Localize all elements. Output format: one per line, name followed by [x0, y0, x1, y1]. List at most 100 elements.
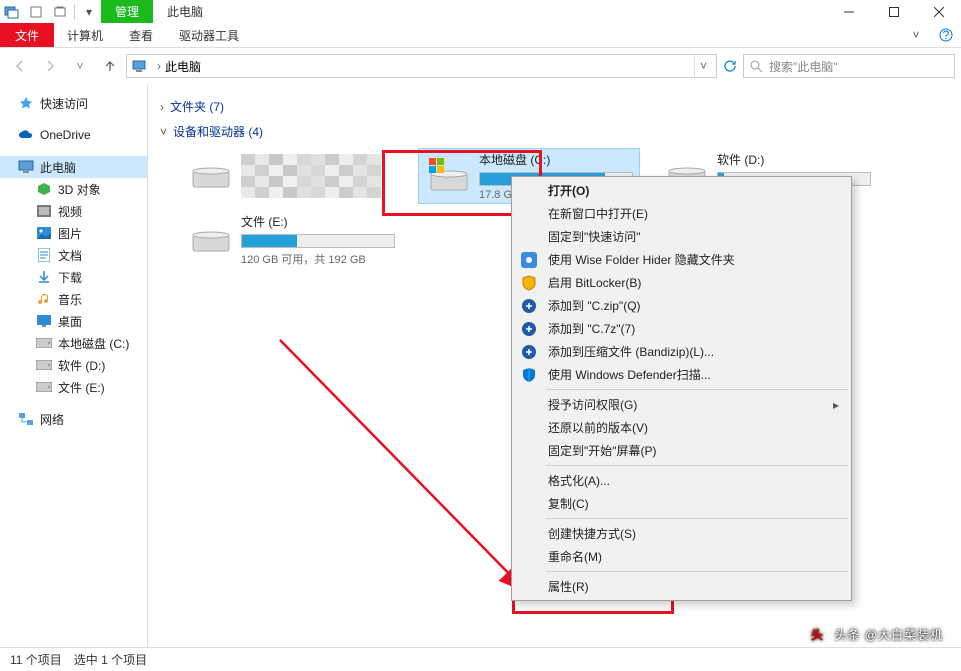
document-icon [36, 247, 52, 263]
bandizip-icon [520, 297, 538, 315]
drive-icon [187, 152, 235, 200]
quick-access-toolbar: ▾ [0, 0, 101, 23]
ctx-pin-start[interactable]: 固定到"开始"屏幕(P) [514, 439, 849, 462]
image-icon [36, 225, 52, 241]
breadcrumb-arrow-icon[interactable]: › [153, 59, 165, 73]
watermark: 头 头条 @大白菜装机 [806, 623, 943, 645]
ribbon-tab-drive-tools[interactable]: 驱动器工具 [166, 23, 252, 47]
drive-icon [425, 152, 473, 200]
sidebar-item-downloads[interactable]: 下载 [0, 266, 147, 288]
sidebar-item-pictures[interactable]: 图片 [0, 222, 147, 244]
qat-item[interactable] [24, 1, 48, 23]
chevron-down-icon: ˅ [160, 125, 167, 139]
star-icon [18, 95, 34, 111]
drive-item[interactable] [180, 148, 402, 204]
sidebar-item-drive-d[interactable]: 软件 (D:) [0, 354, 147, 376]
status-selected-count: 选中 1 个项目 [74, 651, 147, 668]
ribbon-tab-view[interactable]: 查看 [116, 23, 166, 47]
submenu-arrow-icon: ▸ [833, 398, 839, 412]
ctx-grant-access[interactable]: 授予访问权限(G)▸ [514, 393, 849, 416]
film-icon [36, 203, 52, 219]
sidebar-quick-access[interactable]: 快速访问 [0, 92, 147, 114]
sidebar-network[interactable]: 网络 [0, 408, 147, 430]
desktop-icon [36, 313, 52, 329]
recent-dropdown[interactable]: ˅ [66, 52, 94, 80]
sidebar-item-drive-e[interactable]: 文件 (E:) [0, 376, 147, 398]
search-placeholder: 搜索"此电脑" [769, 58, 838, 75]
sidebar-item-video[interactable]: 视频 [0, 200, 147, 222]
ctx-bitlocker[interactable]: 启用 BitLocker(B) [514, 271, 849, 294]
context-menu: 打开(O) 在新窗口中打开(E) 固定到"快速访问" 使用 Wise Folde… [511, 176, 852, 601]
ctx-add-zip[interactable]: 添加到 "C.zip"(Q) [514, 294, 849, 317]
status-bar: 11 个项目 选中 1 个项目 [0, 647, 961, 671]
wise-icon [520, 251, 538, 269]
bandizip-icon [520, 320, 538, 338]
window-title: 此电脑 [153, 3, 217, 20]
breadcrumb-location[interactable]: 此电脑 [165, 58, 201, 75]
bandizip-icon [520, 343, 538, 361]
drive-usage-bar [241, 234, 395, 248]
cloud-icon [18, 127, 34, 143]
navbar: ˅ › 此电脑 ˅ 搜索"此电脑" [0, 48, 961, 84]
sidebar-this-pc[interactable]: 此电脑 [0, 156, 147, 178]
ribbon-expand-icon[interactable]: ˅ [901, 23, 931, 47]
ctx-add-bandizip[interactable]: 添加到压缩文件 (Bandizip)(L)... [514, 340, 849, 363]
qat-dropdown[interactable]: ▾ [77, 1, 101, 23]
ribbon-tab-computer[interactable]: 计算机 [54, 23, 116, 47]
ctx-wise-hider[interactable]: 使用 Wise Folder Hider 隐藏文件夹 [514, 248, 849, 271]
app-icon [0, 1, 24, 23]
help-icon[interactable]: ? [931, 23, 961, 47]
drive-name: 文件 (E:) [241, 213, 395, 230]
ctx-add-7z[interactable]: 添加到 "C.7z"(7) [514, 317, 849, 340]
sidebar-item-3d[interactable]: 3D 对象 [0, 178, 147, 200]
search-input[interactable]: 搜索"此电脑" [743, 54, 955, 78]
drive-name: 软件 (D:) [717, 151, 871, 168]
computer-icon [18, 159, 34, 175]
qat-item[interactable] [48, 1, 72, 23]
folders-section-header[interactable]: › 文件夹 (7) [160, 98, 949, 115]
window-controls [826, 0, 961, 23]
watermark-logo: 头 [806, 623, 828, 645]
ctx-create-shortcut[interactable]: 创建快捷方式(S) [514, 522, 849, 545]
ctx-restore-previous[interactable]: 还原以前的版本(V) [514, 416, 849, 439]
download-icon [36, 269, 52, 285]
music-icon [36, 291, 52, 307]
close-button[interactable] [916, 0, 961, 23]
drive-icon [36, 379, 52, 395]
ctx-format[interactable]: 格式化(A)... [514, 469, 849, 492]
minimize-button[interactable] [826, 0, 871, 23]
ctx-pin-quick-access[interactable]: 固定到"快速访问" [514, 225, 849, 248]
forward-button[interactable] [36, 52, 64, 80]
network-icon [18, 411, 34, 427]
ctx-open[interactable]: 打开(O) [514, 179, 849, 202]
ribbon-tabs: 文件 计算机 查看 驱动器工具 ˅ ? [0, 23, 961, 48]
search-icon [750, 60, 763, 73]
address-dropdown[interactable]: ˅ [694, 55, 712, 77]
drives-section-header[interactable]: ˅ 设备和驱动器 (4) [160, 123, 949, 140]
up-button[interactable] [96, 52, 124, 80]
sidebar-onedrive[interactable]: OneDrive [0, 124, 147, 146]
drive-name: 本地磁盘 (C:) [479, 151, 633, 168]
ctx-defender-scan[interactable]: 使用 Windows Defender扫描... [514, 363, 849, 386]
blurred-content [241, 154, 381, 198]
back-button[interactable] [6, 52, 34, 80]
defender-icon [520, 366, 538, 384]
drive-item-e[interactable]: 文件 (E:) 120 GB 可用，共 192 GB [180, 212, 402, 268]
drive-icon [36, 335, 52, 351]
maximize-button[interactable] [871, 0, 916, 23]
ctx-properties[interactable]: 属性(R) [514, 575, 849, 598]
computer-icon [131, 58, 147, 74]
refresh-button[interactable] [719, 54, 741, 78]
sidebar-item-music[interactable]: 音乐 [0, 288, 147, 310]
sidebar-item-desktop[interactable]: 桌面 [0, 310, 147, 332]
ctx-rename[interactable]: 重命名(M) [514, 545, 849, 568]
address-bar[interactable]: › 此电脑 ˅ [126, 54, 717, 78]
file-tab[interactable]: 文件 [0, 23, 54, 47]
ctx-copy[interactable]: 复制(C) [514, 492, 849, 515]
sidebar: 快速访问 OneDrive 此电脑 3D 对象 视频 图片 文档 下载 音乐 桌… [0, 84, 148, 647]
sidebar-item-drive-c[interactable]: 本地磁盘 (C:) [0, 332, 147, 354]
ctx-open-new-window[interactable]: 在新窗口中打开(E) [514, 202, 849, 225]
ribbon-context-tab[interactable]: 管理 [101, 0, 153, 23]
drive-icon [187, 216, 235, 264]
sidebar-item-documents[interactable]: 文档 [0, 244, 147, 266]
